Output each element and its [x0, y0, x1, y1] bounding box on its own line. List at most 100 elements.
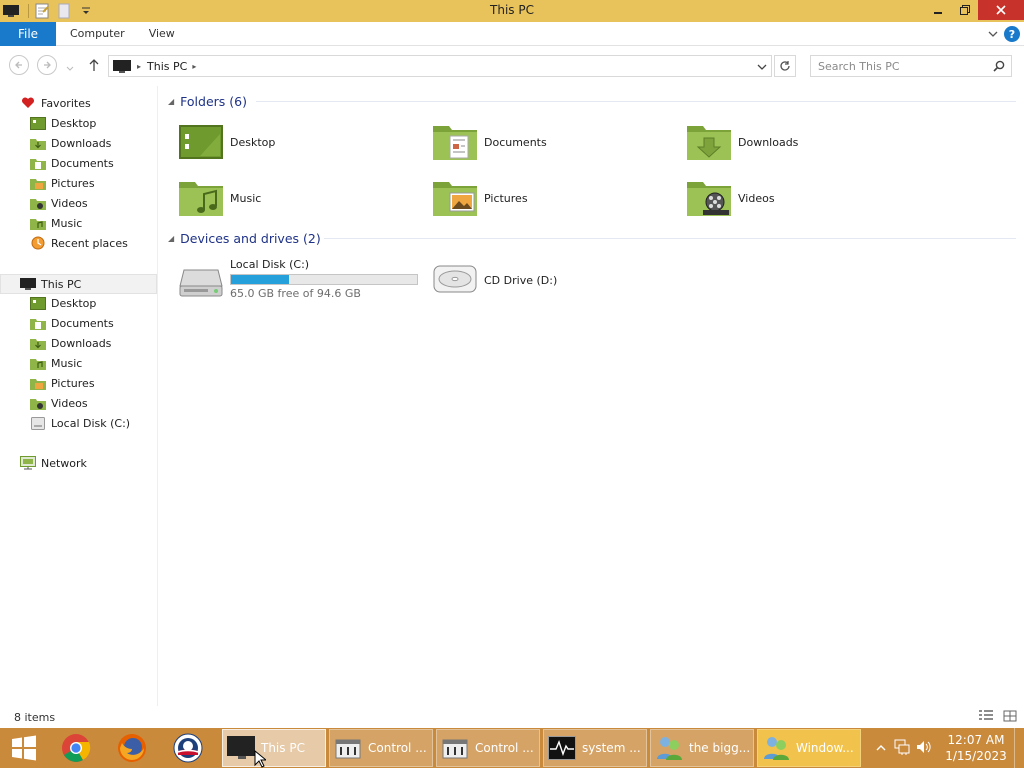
nav-fav-recent-places[interactable]: Recent places — [30, 234, 128, 252]
restore-button[interactable] — [951, 0, 978, 20]
computer-icon — [227, 734, 255, 762]
documents-folder-icon — [30, 316, 46, 330]
nav-pc-videos[interactable]: Videos — [30, 394, 88, 412]
nav-fav-music[interactable]: Music — [30, 214, 82, 232]
minimize-button[interactable] — [924, 0, 951, 20]
customize-toolbar-icon[interactable] — [77, 2, 95, 20]
taskbar: This PC Control ... Control ... system .… — [0, 728, 1024, 768]
network-status-icon[interactable] — [894, 739, 910, 758]
computer-icon — [20, 277, 36, 291]
group-divider — [256, 101, 1016, 102]
recent-places-icon — [30, 236, 46, 250]
chrome-icon[interactable] — [48, 728, 104, 768]
desktop-icon — [178, 122, 224, 162]
tab-file[interactable]: File — [0, 21, 56, 46]
taskbar-the-bigg[interactable]: the bigg... — [650, 729, 754, 767]
taskbar-system-monitor[interactable]: system ... — [543, 729, 647, 767]
window-title: This PC — [490, 3, 534, 17]
volume-icon[interactable] — [916, 739, 932, 758]
computer-icon[interactable] — [2, 2, 20, 20]
folder-music[interactable]: Music — [178, 178, 261, 218]
folder-downloads[interactable]: Downloads — [686, 122, 798, 162]
nav-fav-videos[interactable]: Videos — [30, 194, 88, 212]
nav-fav-pictures[interactable]: Pictures — [30, 174, 95, 192]
nav-pc-pictures[interactable]: Pictures — [30, 374, 95, 392]
firefox-icon[interactable] — [104, 728, 160, 768]
documents-folder-icon — [432, 122, 478, 162]
folder-videos[interactable]: Videos — [686, 178, 775, 218]
help-icon[interactable]: ? — [1004, 26, 1020, 42]
up-button[interactable] — [88, 58, 100, 75]
cd-drive-icon — [432, 260, 478, 300]
group-divider — [324, 238, 1016, 239]
clock-time: 12:07 AM — [947, 733, 1005, 747]
users-icon — [655, 734, 683, 762]
drive-info: Local Disk (C:) 65.0 GB free of 94.6 GB — [230, 258, 418, 300]
show-hidden-icons-icon[interactable] — [876, 742, 886, 755]
taskbar-control-panel-1[interactable]: Control ... — [329, 729, 433, 767]
nav-fav-downloads[interactable]: Downloads — [30, 134, 111, 152]
show-desktop-button[interactable] — [1014, 728, 1024, 768]
start-button[interactable] — [0, 728, 48, 768]
collapse-icon[interactable]: ◢ — [168, 234, 174, 243]
documents-folder-icon — [30, 156, 46, 170]
nav-favorites[interactable]: Favorites — [20, 94, 91, 112]
mouse-cursor-icon — [254, 749, 268, 768]
details-view-icon[interactable] — [978, 709, 994, 723]
navigation-pane: Favorites Desktop Downloads Documents Pi… — [0, 86, 158, 706]
videos-folder-icon — [30, 196, 46, 210]
taskbar-control-panel-2[interactable]: Control ... — [436, 729, 540, 767]
drive-cd-d[interactable]: CD Drive (D:) — [432, 260, 557, 300]
nav-this-pc[interactable]: This PC — [20, 275, 81, 293]
address-dropdown-icon[interactable] — [757, 61, 767, 74]
nav-network[interactable]: Network — [20, 454, 87, 472]
folder-pictures[interactable]: Pictures — [432, 178, 528, 218]
network-icon — [20, 456, 36, 470]
nav-pc-music[interactable]: Music — [30, 354, 82, 372]
collapse-icon[interactable]: ◢ — [168, 97, 174, 106]
taskbar-this-pc[interactable]: This PC — [222, 729, 326, 767]
back-button[interactable] — [9, 55, 29, 75]
nav-pc-desktop[interactable]: Desktop — [30, 294, 96, 312]
videos-folder-icon — [686, 178, 732, 218]
nav-fav-documents[interactable]: Documents — [30, 154, 114, 172]
desktop-icon — [30, 296, 46, 310]
folder-desktop[interactable]: Desktop — [178, 122, 275, 162]
ribbon-tabs: File Computer View ? — [0, 21, 1024, 46]
obama-logo-icon[interactable] — [160, 728, 216, 768]
breadcrumb-this-pc[interactable]: This PC — [147, 60, 187, 73]
expand-ribbon-icon[interactable] — [988, 28, 998, 41]
breadcrumb-chevron-icon[interactable]: ▸ — [137, 62, 141, 71]
taskbar-windows[interactable]: Window... — [757, 729, 861, 767]
large-icons-view-icon[interactable] — [1002, 709, 1018, 723]
search-input[interactable] — [811, 56, 981, 76]
address-bar[interactable]: ▸ This PC ▸ — [108, 55, 772, 77]
nav-pc-downloads[interactable]: Downloads — [30, 334, 111, 352]
nav-pc-local-disk[interactable]: Local Disk (C:) — [30, 414, 130, 432]
properties-icon[interactable] — [33, 2, 51, 20]
new-folder-icon[interactable] — [55, 2, 73, 20]
folder-documents[interactable]: Documents — [432, 122, 547, 162]
devices-group-header[interactable]: ◢ Devices and drives (2) — [168, 228, 321, 248]
heart-icon — [20, 96, 36, 110]
refresh-button[interactable] — [774, 55, 796, 77]
tab-view[interactable]: View — [137, 22, 187, 46]
close-button[interactable] — [978, 0, 1024, 20]
pictures-folder-icon — [30, 376, 46, 390]
recent-locations-icon[interactable] — [66, 62, 74, 75]
clock[interactable]: 12:07 AM 1/15/2023 — [938, 732, 1014, 764]
nav-fav-desktop[interactable]: Desktop — [30, 114, 96, 132]
windows-logo-icon — [12, 735, 36, 761]
items-count: 8 items — [14, 710, 56, 724]
drive-local-disk-c[interactable]: Local Disk (C:) 65.0 GB free of 94.6 GB — [178, 258, 418, 302]
tab-computer[interactable]: Computer — [58, 22, 137, 46]
content-pane: ◢ Folders (6) Desktop Documents Download… — [162, 86, 1024, 706]
downloads-folder-icon — [686, 122, 732, 162]
clock-date: 1/15/2023 — [945, 749, 1007, 763]
folders-group-header[interactable]: ◢ Folders (6) — [168, 91, 247, 111]
computer-icon — [113, 59, 131, 73]
forward-button[interactable] — [37, 55, 57, 75]
search-icon[interactable] — [993, 60, 1005, 75]
nav-pc-documents[interactable]: Documents — [30, 314, 114, 332]
breadcrumb-chevron-icon[interactable]: ▸ — [192, 62, 196, 71]
